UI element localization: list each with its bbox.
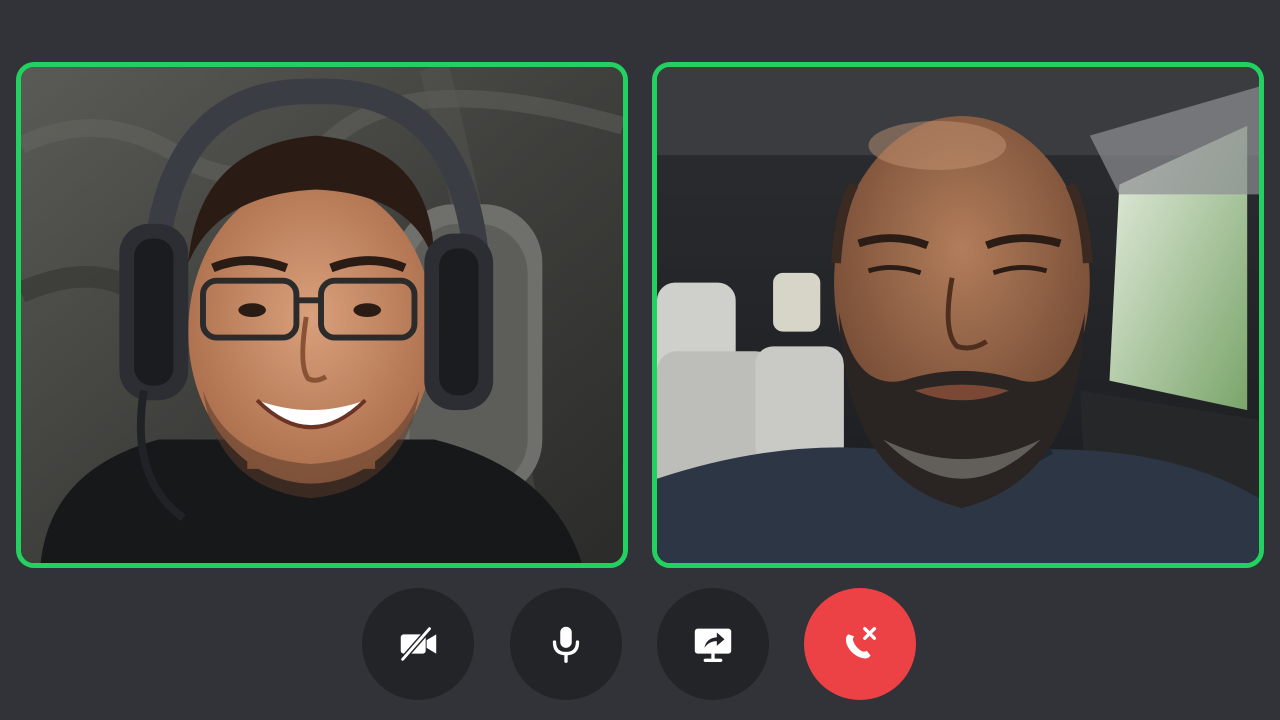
participant-tile-right[interactable]	[652, 62, 1264, 568]
end-call-icon	[845, 626, 877, 659]
camera-toggle-button[interactable]	[362, 588, 474, 700]
screen-share-icon	[694, 628, 732, 662]
participant-video-right	[657, 67, 1259, 563]
call-controls-bar	[0, 588, 1280, 702]
participant-video-left	[21, 67, 623, 563]
participant-tile-left[interactable]	[16, 62, 628, 568]
end-call-button[interactable]	[804, 588, 916, 700]
microphone-icon	[552, 626, 580, 663]
video-off-icon	[399, 625, 437, 663]
microphone-toggle-button[interactable]	[510, 588, 622, 700]
screen-share-button[interactable]	[657, 588, 769, 700]
